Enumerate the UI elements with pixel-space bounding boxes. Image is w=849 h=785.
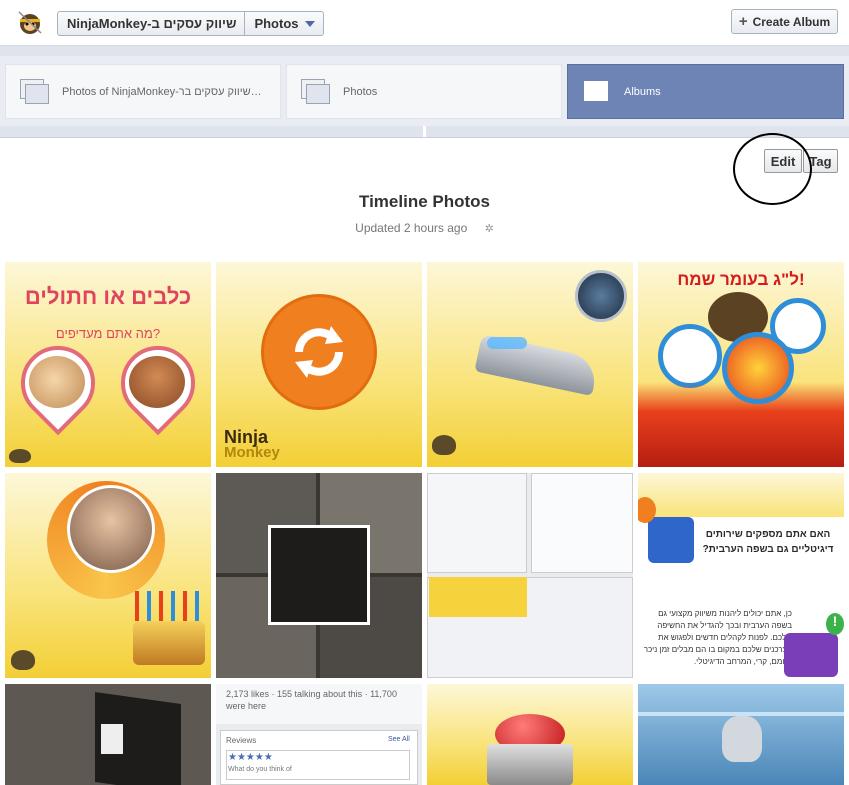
album-icon: [582, 79, 612, 105]
photo-thumbnail[interactable]: [427, 262, 633, 467]
refresh-icon: [295, 326, 343, 378]
ninja-logo-icon: [432, 435, 456, 455]
photo-thumbnail[interactable]: 2,173 likes · 155 talking about this · 1…: [216, 684, 422, 785]
ninja-logo-icon: [9, 449, 31, 463]
strip-top-bar: [0, 46, 849, 56]
page-selector[interactable]: NinjaMonkey-שיווק עסקים ב Photos: [57, 11, 324, 36]
photo-subline: מה אתם מעדיפים?: [55, 326, 161, 341]
candles: [135, 591, 203, 621]
header-band: [638, 473, 844, 517]
gear-icon[interactable]: ✲: [485, 222, 494, 235]
photo-headline: כלבים או חתולים: [24, 284, 192, 309]
album-title: Timeline Photos: [359, 192, 490, 211]
photo-thumbnail[interactable]: [427, 684, 633, 785]
fb-screenshot-2: [531, 473, 633, 573]
brand-line2: Monkey: [224, 444, 280, 461]
photo-headline: האם אתם מספקים שירותים דיגיטליים גם בשפה…: [702, 529, 834, 555]
tab-photos[interactable]: Photos: [286, 64, 562, 119]
tab-photos-of-page[interactable]: Photos of NinjaMonkey-שיווק עסקים בר…: [5, 64, 281, 119]
fb-screenshot-1: [427, 473, 527, 573]
review-question: What do you think of: [228, 766, 292, 773]
see-all-link: See All: [388, 736, 410, 743]
product-box: [101, 724, 123, 754]
figure-image: [722, 716, 762, 762]
photo-stack-icon: [20, 78, 50, 105]
studio-collage-center: [268, 525, 370, 625]
photo-tabs-strip: Photos of NinjaMonkey-שיווק עסקים בר… Ph…: [0, 46, 849, 138]
tab-label: Photos of NinjaMonkey-שיווק עסקים בר…: [62, 85, 262, 98]
exclamation-icon: !: [826, 613, 844, 635]
user-avatar-icon: [784, 633, 838, 677]
album-updated: Updated 2 hours ago ✲: [0, 221, 849, 235]
create-album-button[interactable]: + Create Album: [731, 9, 838, 34]
star-rating: ★★★★★: [228, 752, 273, 763]
photo-body: כן, אתם יכולים ליהנות משיווק מקצועי גם ב…: [643, 609, 792, 666]
ninja-logo-icon: [11, 650, 35, 670]
photo-thumbnail[interactable]: ל"ג בעומר שמח!: [638, 262, 844, 467]
user-avatar-icon: [648, 517, 694, 563]
photo-thumbnail[interactable]: [5, 684, 211, 785]
tab-albums[interactable]: Albums: [567, 64, 844, 119]
birthday-cake: [133, 621, 205, 665]
bow-circle: [658, 324, 722, 388]
create-album-label: Create Album: [752, 14, 831, 29]
section-dropdown[interactable]: Photos: [244, 12, 322, 35]
reviews-heading: Reviews: [226, 736, 257, 745]
puppy-image: [129, 356, 185, 408]
updated-text: Updated 2 hours ago: [355, 221, 468, 235]
photo-thumbnail[interactable]: [216, 473, 422, 678]
button-base: [487, 744, 573, 785]
plus-icon: +: [738, 12, 748, 30]
kitten-image: [29, 356, 85, 408]
strip-divider: [423, 126, 426, 137]
photo-thumbnail[interactable]: האם אתם מספקים שירותים דיגיטליים גם בשפה…: [638, 473, 844, 678]
ninja-monkey-brand: Ninja Monkey: [224, 428, 280, 461]
photo-thumbnail[interactable]: [5, 473, 211, 678]
tab-label: Photos: [343, 85, 378, 98]
page-name[interactable]: NinjaMonkey-שיווק עסקים ב: [58, 12, 244, 35]
car-glow: [487, 337, 527, 349]
photo-headline: ל"ג בעומר שמח!: [677, 270, 805, 289]
tab-label: Albums: [624, 85, 661, 98]
top-bar: NinjaMonkey-שיווק עסקים ב Photos + Creat…: [0, 0, 849, 46]
clock-icon: [575, 270, 627, 322]
photo-thumbnail[interactable]: כלבים או חתולים מה אתם מעדיפים?: [5, 262, 211, 467]
likes-text: 2,173 likes · 155 talking about this · 1…: [226, 689, 397, 711]
profile-portrait: [67, 485, 155, 573]
photo-thumbnail[interactable]: [638, 684, 844, 785]
fb-screenshot-cover: [429, 577, 527, 617]
section-label: Photos: [254, 16, 299, 31]
photo-thumbnail[interactable]: Ninja Monkey: [216, 262, 422, 467]
ninja-monkey-logo[interactable]: [16, 9, 44, 37]
chevron-down-icon: [304, 21, 315, 27]
photo-thumbnail[interactable]: [427, 473, 633, 678]
photo-stack-icon: [301, 78, 331, 105]
fire-circle: [722, 332, 794, 404]
